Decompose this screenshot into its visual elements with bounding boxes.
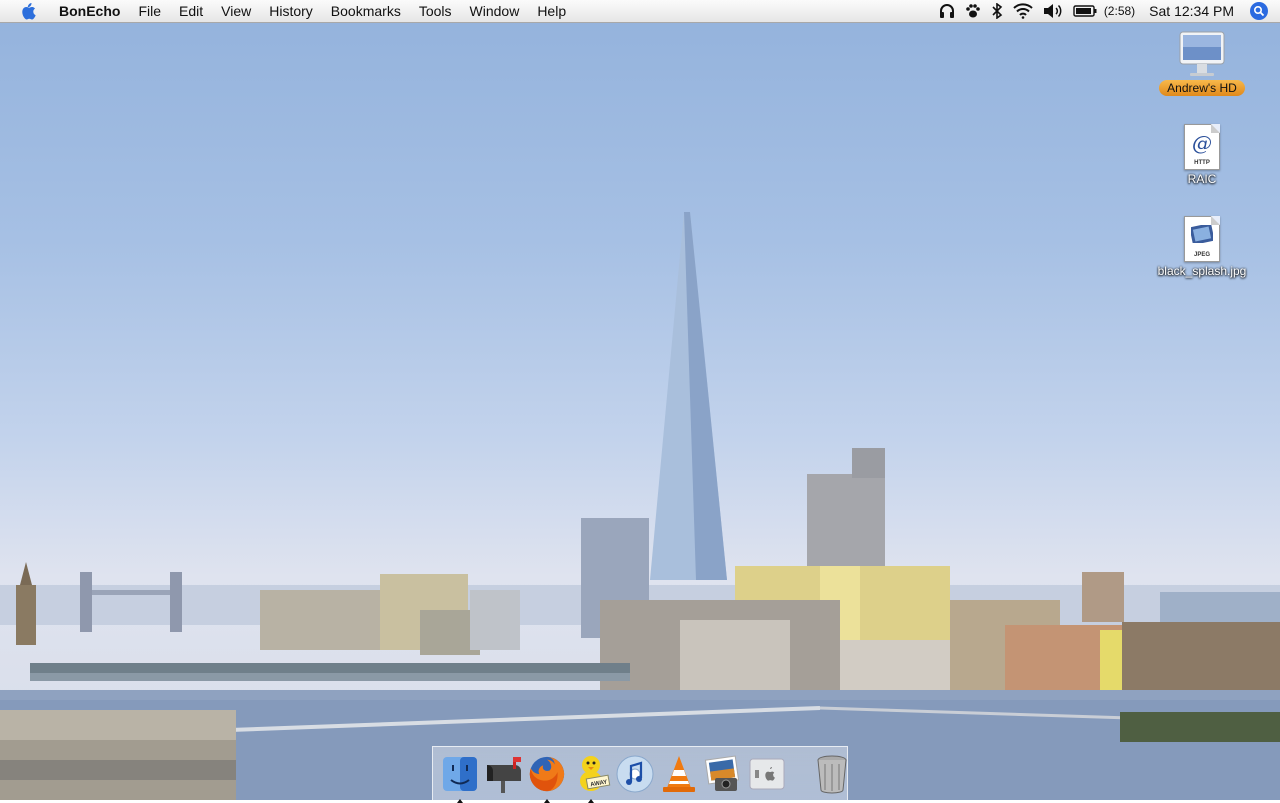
boot-camp-icon [749,758,785,789]
vlc-icon [663,755,695,792]
menu-file[interactable]: File [129,0,170,22]
desktop-icon-label: black_splash.jpg [1157,264,1247,278]
http-location-icon: @ HTTP [1184,124,1220,170]
dock-item-firefox[interactable] [527,752,567,803]
wifi-icon[interactable] [1013,3,1033,19]
menu-edit[interactable]: Edit [170,0,212,22]
volume-icon[interactable] [1043,3,1063,19]
dock-item-adium[interactable]: AWAY [571,752,611,803]
dock-item-iphoto[interactable] [703,752,743,796]
menu-app-name[interactable]: BonEcho [50,0,129,22]
desktop-icon-hard-drive[interactable]: Andrew's HD [1137,30,1267,96]
apple-menu-icon[interactable] [16,2,40,20]
finder-icon [443,756,477,791]
london-skyline-image [0,212,1280,800]
battery-time[interactable]: (2:58) [1104,4,1135,18]
menu-bar: BonEcho File Edit View History Bookmarks… [0,0,1280,23]
iphoto-icon [704,754,740,791]
desktop-wallpaper [0,0,1280,800]
imac-icon [1179,31,1225,76]
growl-paw-icon[interactable] [965,3,981,19]
menu-tools[interactable]: Tools [410,0,461,22]
dock-item-trash[interactable] [815,752,849,796]
dock-item-itunes[interactable] [615,752,655,796]
firefox-icon [529,756,565,791]
running-indicator [457,798,463,803]
menu-help[interactable]: Help [528,0,575,22]
menu-clock[interactable]: Sat 12:34 PM [1149,3,1234,19]
desktop-icon-label: RAIC [1187,172,1217,186]
dock-item-mail[interactable] [483,752,523,796]
trash-icon [817,755,847,793]
menu-extras: (2:58) Sat 12:34 PM [934,0,1280,22]
itunes-icon [616,755,654,792]
desktop-icon-jpeg[interactable]: JPEG black_splash.jpg [1137,216,1267,278]
menu-window[interactable]: Window [461,0,529,22]
spotlight-icon[interactable] [1250,2,1268,20]
menu-view[interactable]: View [212,0,260,22]
dock-item-finder[interactable] [441,752,479,803]
menu-bookmarks[interactable]: Bookmarks [322,0,410,22]
running-indicator [544,798,550,803]
mail-icon [487,756,521,793]
running-indicator [588,798,594,803]
battery-icon[interactable] [1073,4,1097,18]
jpeg-file-icon: JPEG [1184,216,1220,262]
menu-history[interactable]: History [260,0,322,22]
dock: AWAY [432,746,849,803]
adium-icon: AWAY [580,755,611,791]
dock-item-vlc[interactable] [659,752,699,796]
dock-item-boot-camp[interactable] [747,752,787,796]
bluetooth-icon[interactable] [991,3,1003,19]
desktop-icon-raic[interactable]: @ HTTP RAIC [1137,124,1267,186]
desktop-icon-label: Andrew's HD [1159,80,1245,96]
headphones-icon[interactable] [939,3,955,19]
